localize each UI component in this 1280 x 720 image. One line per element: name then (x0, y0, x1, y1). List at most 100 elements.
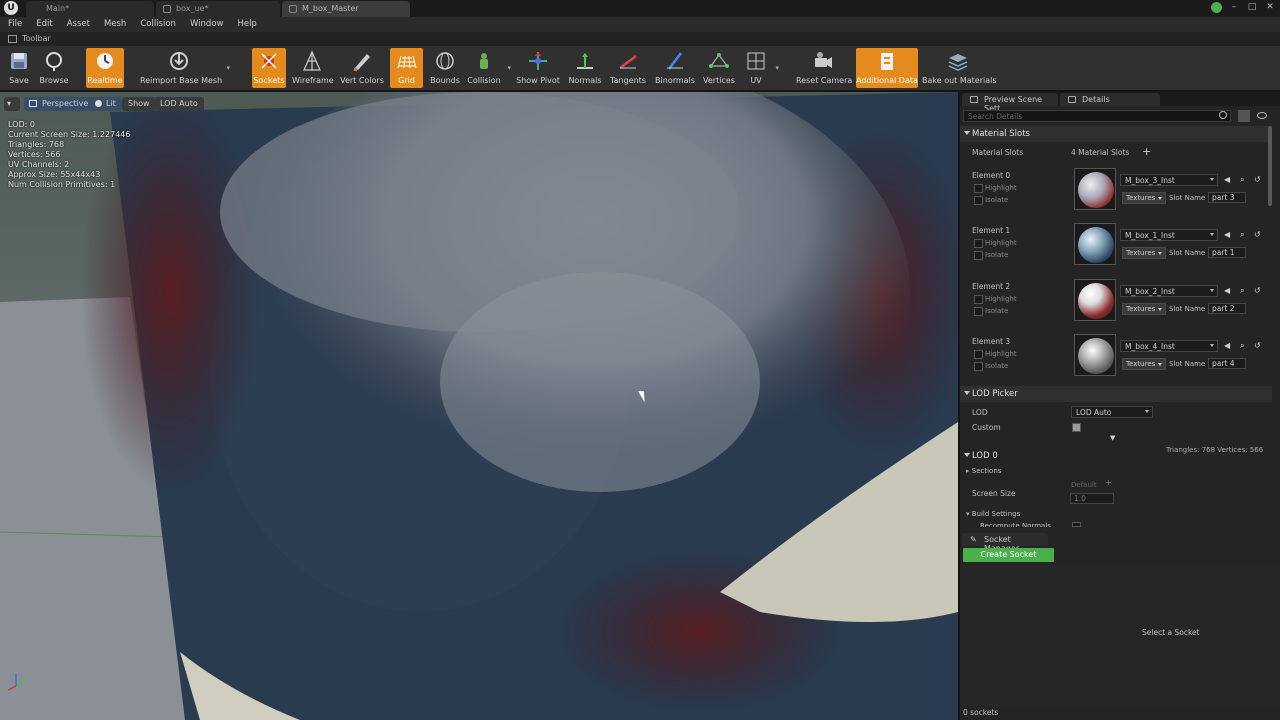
tab-m-box-master[interactable]: M_box_Master (282, 1, 410, 17)
reset-to-default-icon[interactable]: ↺ (1254, 286, 1261, 295)
tab-preview-scene-settings[interactable]: Preview Scene Sett (962, 93, 1058, 113)
maximize-icon[interactable]: □ (1246, 1, 1258, 13)
reset-camera-button[interactable]: Reset Camera (796, 48, 852, 88)
menu-edit[interactable]: Edit (32, 17, 56, 32)
material-thumbnail[interactable] (1074, 223, 1116, 265)
isolate-checkbox[interactable] (974, 196, 983, 205)
viewport[interactable]: ▾ Perspective Lit Show LOD Auto LOD: 0 C… (0, 92, 958, 720)
binormals-button[interactable]: Binormals (654, 48, 696, 88)
expand-arrow-icon[interactable]: ▼ (1110, 434, 1115, 442)
reset-to-default-icon[interactable]: ↺ (1254, 341, 1261, 350)
material-thumbnail[interactable] (1074, 279, 1116, 321)
vert-colors-button[interactable]: Vert Colors (340, 48, 384, 88)
bounds-button[interactable]: Bounds (428, 48, 462, 88)
material-combo[interactable]: M_box_1_Inst (1120, 229, 1218, 241)
additional-data-button[interactable]: Additional Data (856, 48, 918, 88)
textures-dropdown[interactable]: Textures (1122, 303, 1167, 315)
highlight-checkbox[interactable] (974, 350, 983, 359)
isolate-checkbox[interactable] (974, 307, 983, 316)
isolate-checkbox[interactable] (974, 251, 983, 260)
reimport-base-mesh-button[interactable]: Reimport Base Mesh ▾ (140, 48, 230, 88)
perspective-button[interactable]: Perspective (24, 97, 95, 111)
textures-dropdown[interactable]: Textures (1122, 192, 1167, 204)
lod0-section-header[interactable]: LOD 0 (960, 448, 1160, 464)
uv-button[interactable]: UV ▾ (742, 48, 779, 88)
highlight-checkbox[interactable] (974, 239, 983, 248)
tangents-button[interactable]: Tangents (608, 48, 648, 88)
toolbar-tab[interactable]: Toolbar (0, 32, 1280, 46)
menu-collision[interactable]: Collision (136, 17, 180, 32)
material-thumbnail[interactable] (1074, 168, 1116, 210)
add-platform-override-icon[interactable]: + (1105, 478, 1112, 487)
tab-details[interactable]: Details (1060, 93, 1160, 106)
build-settings-row[interactable]: ▾ Build Settings (966, 510, 1020, 518)
use-selected-arrow-icon[interactable]: ◀ (1224, 230, 1230, 239)
reset-to-default-icon[interactable]: ↺ (1254, 230, 1261, 239)
property-matrix-icon[interactable] (1238, 110, 1250, 122)
textures-dropdown[interactable]: Textures (1122, 358, 1167, 370)
wireframe-button[interactable]: Wireframe (292, 48, 334, 88)
minimize-icon[interactable]: – (1228, 1, 1240, 13)
show-pivot-button[interactable]: Show Pivot (516, 48, 560, 88)
lod-auto-button[interactable]: LOD Auto (154, 97, 204, 111)
source-control-status-icon[interactable] (1211, 1, 1222, 13)
slot-name-input[interactable]: part 1 (1208, 247, 1246, 258)
isolate-checkbox[interactable] (974, 362, 983, 371)
show-button[interactable]: Show (122, 97, 156, 111)
slot-name-input[interactable]: part 2 (1208, 303, 1246, 314)
bake-out-materials-button[interactable]: Bake out Materials (922, 48, 997, 88)
textures-dropdown[interactable]: Textures (1122, 247, 1167, 259)
recompute-normals-checkbox[interactable] (1072, 522, 1081, 527)
socket-manager-tab[interactable]: ✎ Socket Manager (962, 533, 1048, 553)
grid-button[interactable]: Grid (390, 48, 423, 88)
menu-mesh[interactable]: Mesh (100, 17, 130, 32)
lit-button[interactable]: Lit (90, 97, 122, 111)
material-slots-section-header[interactable]: Material Slots (960, 126, 1272, 142)
create-socket-button[interactable]: Create Socket (963, 548, 1054, 562)
vertices-button[interactable]: Vertices (702, 48, 736, 88)
browse-asset-icon[interactable]: ⌕ (1240, 230, 1244, 240)
material-combo[interactable]: M_box_4_Inst (1120, 340, 1218, 352)
use-selected-arrow-icon[interactable]: ◀ (1224, 286, 1230, 295)
collision-button[interactable]: Collision ▾ (466, 48, 511, 88)
highlight-checkbox[interactable] (974, 184, 983, 193)
material-combo[interactable]: M_box_3_Inst (1120, 174, 1218, 186)
search-details-input[interactable]: Search Details (963, 110, 1231, 122)
slot-name-input[interactable]: part 3 (1208, 192, 1246, 203)
menu-window[interactable]: Window (186, 17, 228, 32)
material-thumbnail[interactable] (1074, 334, 1116, 376)
custom-checkbox[interactable] (1072, 423, 1081, 432)
tab-main[interactable]: Main* (26, 1, 154, 17)
lod-picker-section-header[interactable]: LOD Picker (960, 386, 1272, 402)
tab-box-ue[interactable]: box_ue* (156, 1, 280, 17)
highlight-checkbox[interactable] (974, 295, 983, 304)
search-icon[interactable] (1219, 111, 1227, 119)
lod-select[interactable]: LOD Auto (1071, 406, 1153, 418)
browse-asset-icon[interactable]: ⌕ (1240, 175, 1244, 185)
realtime-button[interactable]: Realtime (86, 48, 124, 88)
socket-list[interactable]: Select a Socket (960, 566, 1280, 706)
material-combo[interactable]: M_box_2_Inst (1120, 285, 1218, 297)
normals-button[interactable]: Normals (567, 48, 603, 88)
browse-asset-icon[interactable]: ⌕ (1240, 341, 1244, 351)
screen-size-input[interactable]: 1.0 (1070, 493, 1114, 504)
view-options-icon[interactable] (1257, 112, 1267, 119)
use-selected-arrow-icon[interactable]: ◀ (1224, 175, 1230, 184)
collision-dropdown-icon[interactable]: ▾ (507, 64, 511, 72)
sockets-button[interactable]: Sockets (252, 48, 286, 88)
menu-asset[interactable]: Asset (63, 17, 94, 32)
browse-button[interactable]: Browse (37, 48, 71, 88)
slot-name-input[interactable]: part 4 (1208, 358, 1246, 369)
viewport-options-button[interactable]: ▾ (4, 97, 20, 111)
details-scrollbar[interactable] (1268, 126, 1272, 206)
close-icon[interactable]: ✕ (1264, 1, 1276, 13)
use-selected-arrow-icon[interactable]: ◀ (1224, 341, 1230, 350)
menu-file[interactable]: File (4, 17, 26, 32)
uv-dropdown-icon[interactable]: ▾ (775, 64, 779, 72)
add-material-slot-icon[interactable]: + (1142, 145, 1151, 158)
menu-help[interactable]: Help (233, 17, 260, 32)
browse-asset-icon[interactable]: ⌕ (1240, 286, 1244, 296)
reset-to-default-icon[interactable]: ↺ (1254, 175, 1261, 184)
reimport-dropdown-icon[interactable]: ▾ (226, 64, 230, 72)
sections-row[interactable]: ▸ Sections (966, 467, 1001, 475)
